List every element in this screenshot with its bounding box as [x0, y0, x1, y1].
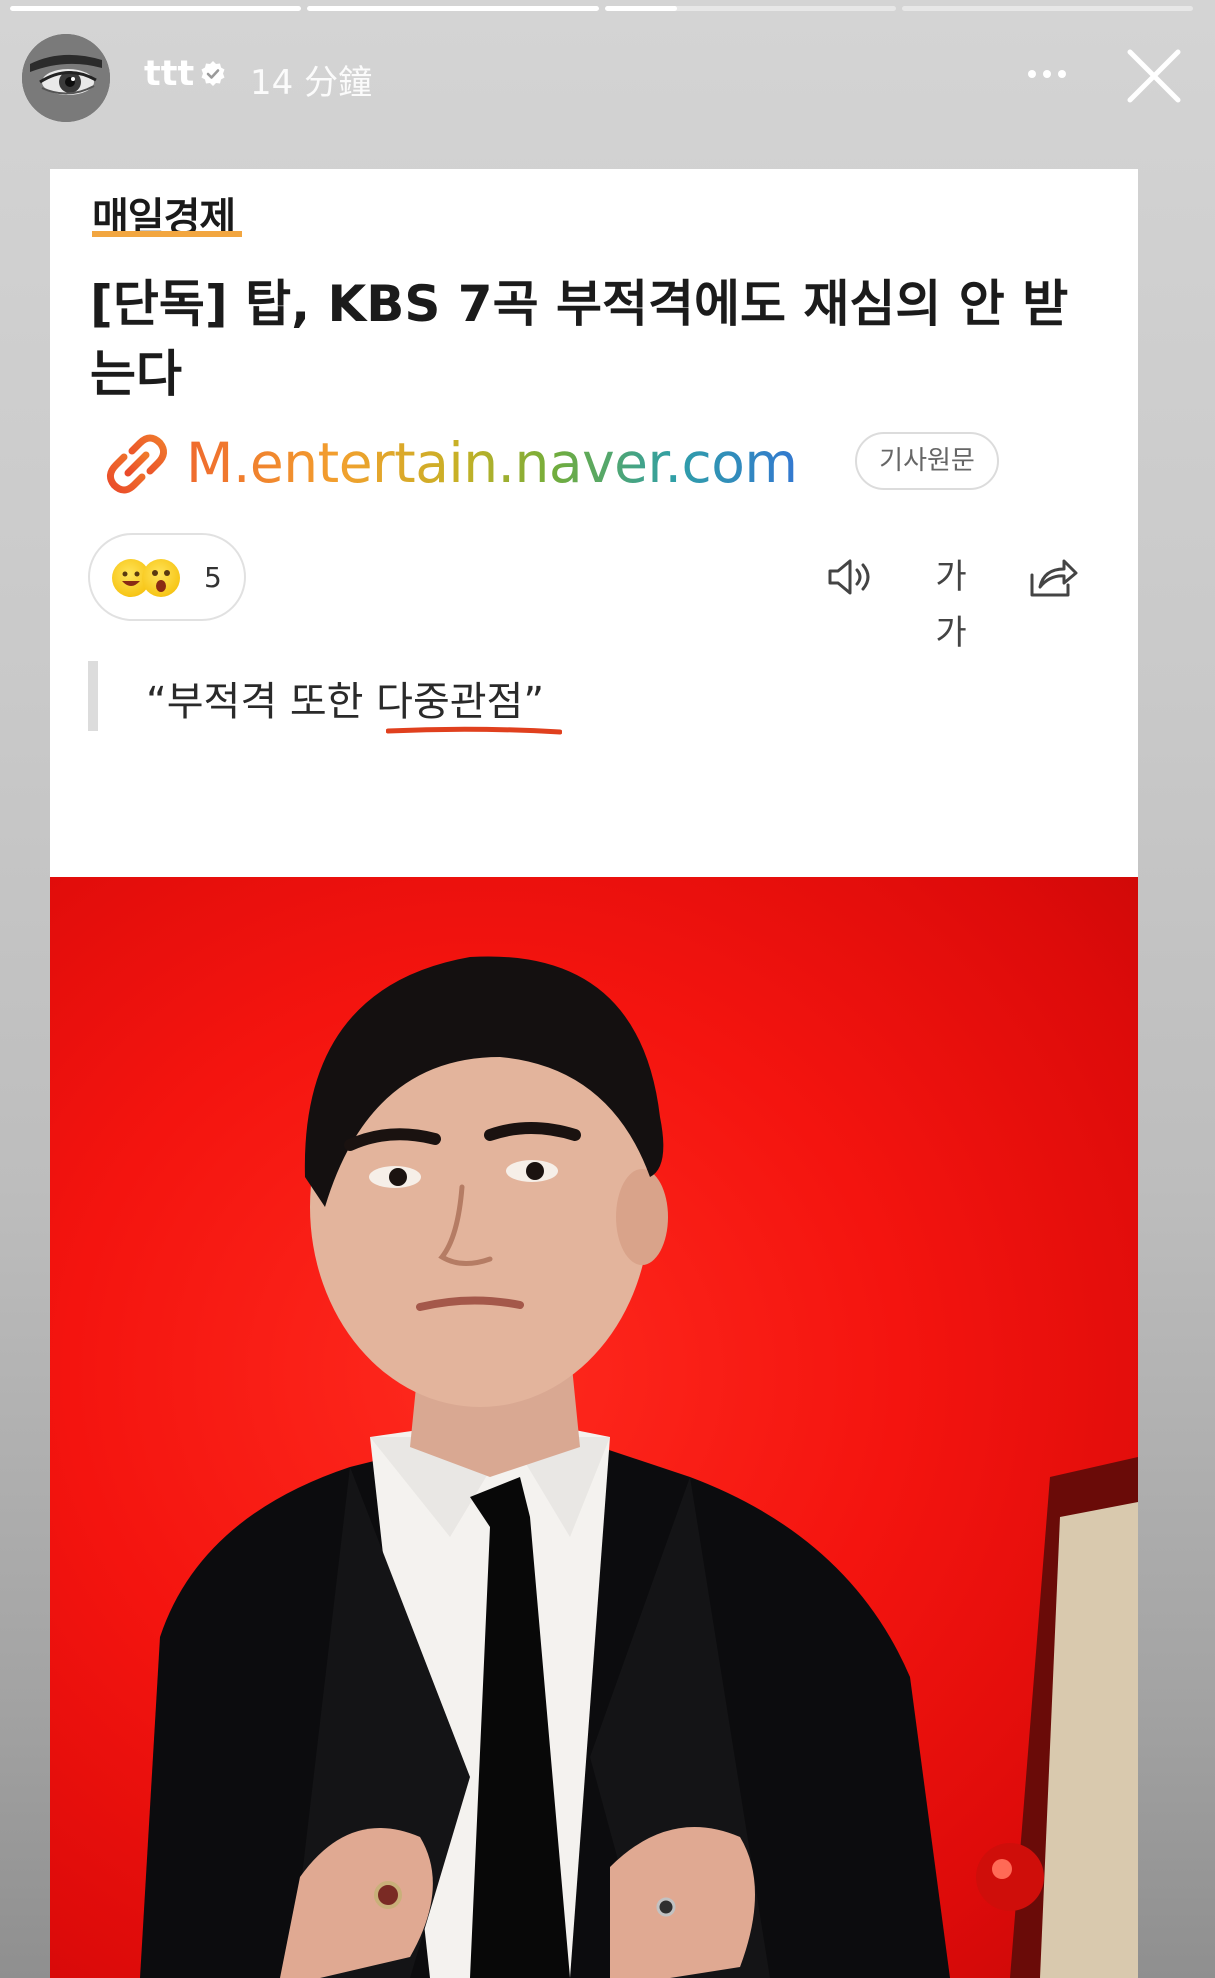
- article-quote: “부적격 또한 다중관점”: [146, 669, 544, 727]
- quote-prefix: “부적격 또한: [146, 679, 377, 725]
- share-icon[interactable]: [1024, 549, 1080, 605]
- surprised-emoji-icon: [142, 559, 180, 597]
- progress-segment-1: [10, 6, 302, 11]
- article-photo[interactable]: [50, 877, 1138, 1978]
- article-headline[interactable]: [단독] 탑, KBS 7곡 부적격에도 재심의 안 받는다: [90, 269, 1100, 409]
- progress-segment-2: [307, 6, 599, 11]
- reaction-button[interactable]: 5: [88, 533, 246, 621]
- link-icon: [107, 434, 167, 494]
- quote-highlight: 다중관점: [376, 679, 524, 725]
- close-icon[interactable]: [1126, 48, 1182, 104]
- original-article-button[interactable]: 기사원문: [855, 432, 999, 490]
- quote-suffix: ”: [523, 679, 545, 725]
- progress-fill-2: [307, 6, 599, 11]
- quote-bar: [88, 661, 98, 731]
- reaction-count: 5: [204, 561, 222, 594]
- progress-fill-1: [10, 6, 302, 11]
- avatar[interactable]: [22, 34, 110, 122]
- quote-underline: [386, 726, 562, 735]
- story-header: ttt 14 分鐘: [22, 34, 1192, 124]
- progress-fill-3: [604, 6, 678, 11]
- publisher-underline: [92, 231, 242, 237]
- time-ago: 14 分鐘: [250, 63, 373, 103]
- speaker-icon[interactable]: [822, 549, 878, 605]
- progress-segment-3: [604, 6, 896, 11]
- progress-segment-4: [901, 6, 1193, 11]
- font-size-label: 가가: [935, 557, 966, 653]
- shared-article-card[interactable]: 매일경제 [단독] 탑, KBS 7곡 부적격에도 재심의 안 받는다 M.en…: [50, 169, 1138, 1978]
- more-icon[interactable]: [1022, 54, 1072, 94]
- font-size-icon[interactable]: 가가: [922, 549, 978, 653]
- username[interactable]: ttt: [144, 54, 194, 94]
- verified-icon: [201, 61, 225, 86]
- story-progress-bars: [10, 6, 1193, 11]
- article-link-url[interactable]: M.entertain.naver.com: [186, 431, 798, 495]
